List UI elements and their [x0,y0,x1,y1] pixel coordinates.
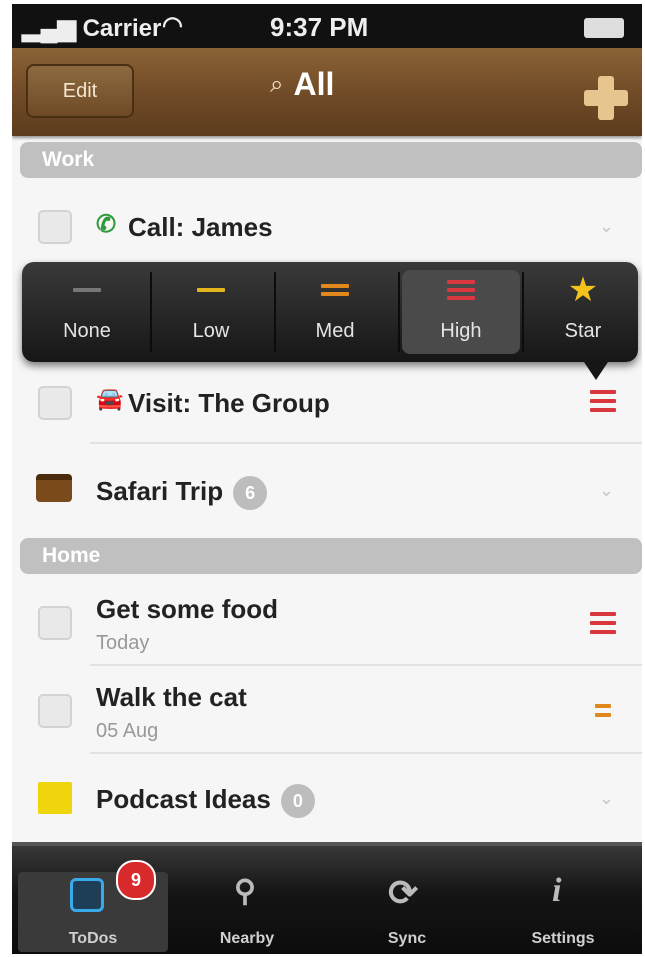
priority-low-icon [196,270,226,310]
edit-button[interactable]: Edit [26,64,134,118]
wifi-icon: ◠ [162,12,183,39]
nav-bar: Edit ⌕ All [12,48,642,136]
list-item[interactable]: Podcast Ideas 0 ⌄ [12,754,642,840]
status-time: 9:37 PM [270,12,369,42]
car-icon: 🚘 [96,386,124,411]
priority-high-icon[interactable] [590,612,616,639]
list-item[interactable]: Safari Trip 6 ⌄ [12,446,642,532]
tab-nearby[interactable]: ⚲ Nearby [172,872,322,952]
item-title: Get some food [96,594,279,624]
plus-icon[interactable] [584,76,628,120]
list-item[interactable]: Get some food Today [12,578,642,666]
list-item[interactable]: 🚘 Visit: The Group [12,358,642,444]
item-title: Safari Trip 6 [96,476,268,511]
carrier-label: ▂▄▆ Carrier [22,15,162,42]
tab-sync[interactable]: ⟳ Sync [332,872,482,952]
priority-star-option[interactable]: ★ Star [524,270,642,354]
todos-icon [70,878,104,912]
note-icon [38,782,72,814]
pin-icon: ⚲ [234,875,256,908]
count-badge: 0 [280,784,315,819]
priority-med-icon[interactable] [590,704,616,722]
priority-none-icon [72,270,102,310]
section-header-work: Work [20,142,642,178]
item-title: Call: James [128,212,273,242]
checkbox[interactable] [38,694,72,728]
search-icon: ⌕ [270,70,284,98]
list-item[interactable]: ✆ Call: James ⌄ [12,182,642,268]
briefcase-icon [36,474,72,502]
star-icon: ★ [567,271,599,309]
list-title-label: All [293,66,335,102]
checkbox[interactable] [38,210,72,244]
priority-high-icon[interactable] [590,390,616,417]
priority-none-option[interactable]: None [28,270,146,354]
item-due-date: Today [96,632,150,654]
list-title[interactable]: ⌕ All [270,66,334,103]
priority-picker: None Low Med High ★ Star [22,262,638,380]
checkbox[interactable] [38,386,72,420]
list-item[interactable]: Walk the cat 05 Aug [12,666,642,754]
item-title: Podcast Ideas 0 [96,784,315,819]
tab-todos[interactable]: 9 ToDos [18,860,168,952]
sync-icon: ⟳ [388,872,419,913]
chevron-down-icon[interactable]: ⌄ [599,788,614,809]
section-header-home: Home [20,538,642,574]
notification-badge: 9 [116,860,156,900]
priority-low-option[interactable]: Low [152,270,270,354]
priority-high-option[interactable]: High [402,270,520,354]
chevron-down-icon[interactable]: ⌄ [599,216,614,237]
chevron-down-icon[interactable]: ⌄ [599,480,614,501]
item-title: Walk the cat [96,682,247,712]
app-screen: ▂▄▆ Carrier ◠ 9:37 PM Edit ⌕ All Work ✆ … [12,4,642,954]
checkbox[interactable] [38,606,72,640]
priority-med-icon [320,270,350,310]
item-due-date: 05 Aug [96,720,159,742]
info-icon: i [552,872,562,909]
count-badge: 6 [233,476,268,511]
tab-bar: 9 ToDos ⚲ Nearby ⟳ Sync i Settings [12,842,642,954]
priority-high-icon [446,270,476,310]
priority-med-option[interactable]: Med [276,270,394,354]
phone-icon: ✆ [96,211,117,238]
tab-settings[interactable]: i Settings [488,872,638,952]
battery-icon [584,18,624,38]
item-title: Visit: The Group [128,388,330,418]
status-bar: ▂▄▆ Carrier ◠ 9:37 PM [12,4,642,48]
